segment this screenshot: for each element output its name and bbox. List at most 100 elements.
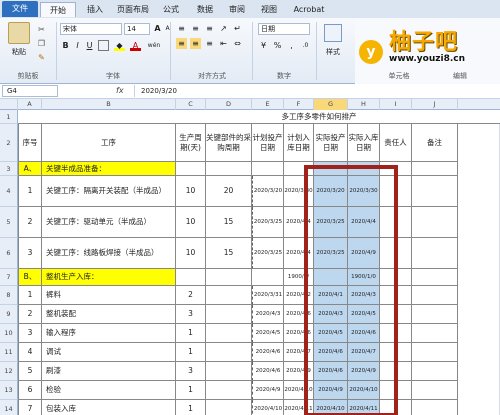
table-cell[interactable]: 2020/3/25 <box>252 207 284 238</box>
select-all-corner[interactable] <box>0 99 18 110</box>
table-cell[interactable]: 3 <box>18 324 42 343</box>
table-cell[interactable] <box>176 269 206 286</box>
shrink-font-icon[interactable]: A <box>162 23 173 34</box>
sheet-title[interactable]: 多工序多零件如何排产 <box>18 110 500 124</box>
table-cell[interactable] <box>412 343 458 362</box>
border-icon[interactable] <box>98 40 109 51</box>
table-cell[interactable] <box>206 269 252 286</box>
table-cell[interactable]: 1 <box>176 324 206 343</box>
currency-icon[interactable]: ¥ <box>258 40 269 51</box>
italic-button[interactable]: I <box>72 40 83 51</box>
table-cell[interactable] <box>206 343 252 362</box>
table-cell[interactable]: 刷漆 <box>42 362 176 381</box>
table-cell[interactable]: 3 <box>176 362 206 381</box>
bold-button[interactable]: B <box>60 40 71 51</box>
table-cell[interactable]: A、 <box>18 162 42 176</box>
table-cell[interactable]: 2020/4/5 <box>252 324 284 343</box>
table-cell[interactable] <box>206 362 252 381</box>
header-cell-plan-start[interactable]: 计划投产日期 <box>252 124 284 162</box>
styles-button[interactable]: 样式 <box>318 46 348 58</box>
table-cell[interactable]: 10 <box>176 238 206 269</box>
table-cell[interactable]: 2020/4/9 <box>252 381 284 400</box>
row-header[interactable]: 7 <box>0 269 18 286</box>
table-cell[interactable]: 3 <box>176 305 206 324</box>
table-cell[interactable] <box>412 162 458 176</box>
tab-formulas[interactable]: 公式 <box>156 2 186 17</box>
header-cell-cycle[interactable]: 生产周期(天) <box>176 124 206 162</box>
table-cell[interactable]: 1 <box>18 286 42 305</box>
table-cell[interactable]: 关键半成品准备： <box>42 162 176 176</box>
table-cell[interactable]: 4 <box>18 343 42 362</box>
format-painter-icon[interactable]: ✎ <box>36 52 47 63</box>
header-cell-actual-end[interactable]: 实际入库日期 <box>348 124 380 162</box>
table-cell[interactable] <box>412 362 458 381</box>
row-header[interactable]: 8 <box>0 286 18 305</box>
table-cell[interactable] <box>412 238 458 269</box>
tab-review[interactable]: 审阅 <box>222 2 252 17</box>
table-cell[interactable]: 2020/3/31 <box>252 286 284 305</box>
table-cell[interactable]: 2020/3/25 <box>252 238 284 269</box>
header-cell-purchase[interactable]: 关键部件的采购周期 <box>206 124 252 162</box>
table-cell[interactable] <box>176 162 206 176</box>
column-header[interactable]: B <box>42 99 176 110</box>
row-header[interactable]: 11 <box>0 343 18 362</box>
insert-function-icon[interactable]: fx <box>116 85 130 97</box>
table-cell[interactable]: 1 <box>176 381 206 400</box>
table-cell[interactable] <box>412 324 458 343</box>
tab-page-layout[interactable]: 页面布局 <box>112 2 154 17</box>
table-cell[interactable]: 整机装配 <box>42 305 176 324</box>
paste-button[interactable]: 粘贴 <box>4 46 34 58</box>
decimal-icon[interactable]: .0 <box>300 40 311 51</box>
copy-icon[interactable]: ❐ <box>36 38 47 49</box>
header-cell-actual-start[interactable]: 实际投产日期 <box>314 124 348 162</box>
table-cell[interactable]: 2020/4/6 <box>252 362 284 381</box>
row-header[interactable]: 12 <box>0 362 18 381</box>
row-header[interactable]: 13 <box>0 381 18 400</box>
tab-view[interactable]: 视图 <box>254 2 284 17</box>
column-header[interactable]: A <box>18 99 42 110</box>
font-size-select[interactable]: 14 <box>124 23 150 35</box>
table-cell[interactable]: 检验 <box>42 381 176 400</box>
column-header[interactable]: G <box>314 99 348 110</box>
styles-icon[interactable] <box>324 24 342 42</box>
phonetic-button[interactable]: wén <box>146 40 162 51</box>
table-cell[interactable]: 2020/4/6 <box>252 343 284 362</box>
tab-file[interactable]: 文件 <box>2 1 38 17</box>
font-name-select[interactable]: 宋体 <box>60 23 122 35</box>
table-cell[interactable]: 裤料 <box>42 286 176 305</box>
table-cell[interactable] <box>206 324 252 343</box>
table-cell[interactable]: 2020/4/10 <box>252 400 284 415</box>
wrap-text-icon[interactable]: ↵ <box>232 23 243 34</box>
table-cell[interactable]: 2 <box>18 305 42 324</box>
row-header[interactable]: 1 <box>0 110 18 124</box>
table-cell[interactable]: 7 <box>18 400 42 415</box>
row-header[interactable]: 2 <box>0 124 18 162</box>
table-cell[interactable] <box>412 269 458 286</box>
header-cell-plan-end[interactable]: 计划入库日期 <box>284 124 314 162</box>
merge-center-icon[interactable]: ⇔ <box>232 38 243 49</box>
row-header[interactable]: 3 <box>0 162 18 176</box>
number-format-select[interactable]: 日期 <box>258 23 310 35</box>
table-cell[interactable]: 1 <box>18 176 42 207</box>
table-cell[interactable]: 3 <box>18 238 42 269</box>
table-cell[interactable] <box>252 269 284 286</box>
header-cell-remarks[interactable]: 备注 <box>412 124 458 162</box>
tab-data[interactable]: 数据 <box>190 2 220 17</box>
column-header[interactable]: F <box>284 99 314 110</box>
row-header[interactable]: 5 <box>0 207 18 238</box>
column-header[interactable]: D <box>206 99 252 110</box>
column-header[interactable]: I <box>380 99 412 110</box>
row-header[interactable]: 14 <box>0 400 18 415</box>
align-bottom-icon[interactable]: ≡ <box>204 23 215 34</box>
indent-decrease-icon[interactable]: ⇤ <box>218 38 229 49</box>
underline-button[interactable]: U <box>84 40 95 51</box>
column-header[interactable]: E <box>252 99 284 110</box>
header-cell-process[interactable]: 工序 <box>42 124 176 162</box>
table-cell[interactable]: B、 <box>18 269 42 286</box>
align-left-icon[interactable]: ≡ <box>176 38 187 49</box>
table-cell[interactable]: 10 <box>176 176 206 207</box>
row-header[interactable]: 4 <box>0 176 18 207</box>
table-cell[interactable]: 6 <box>18 381 42 400</box>
tab-insert[interactable]: 插入 <box>80 2 110 17</box>
table-cell[interactable] <box>206 305 252 324</box>
